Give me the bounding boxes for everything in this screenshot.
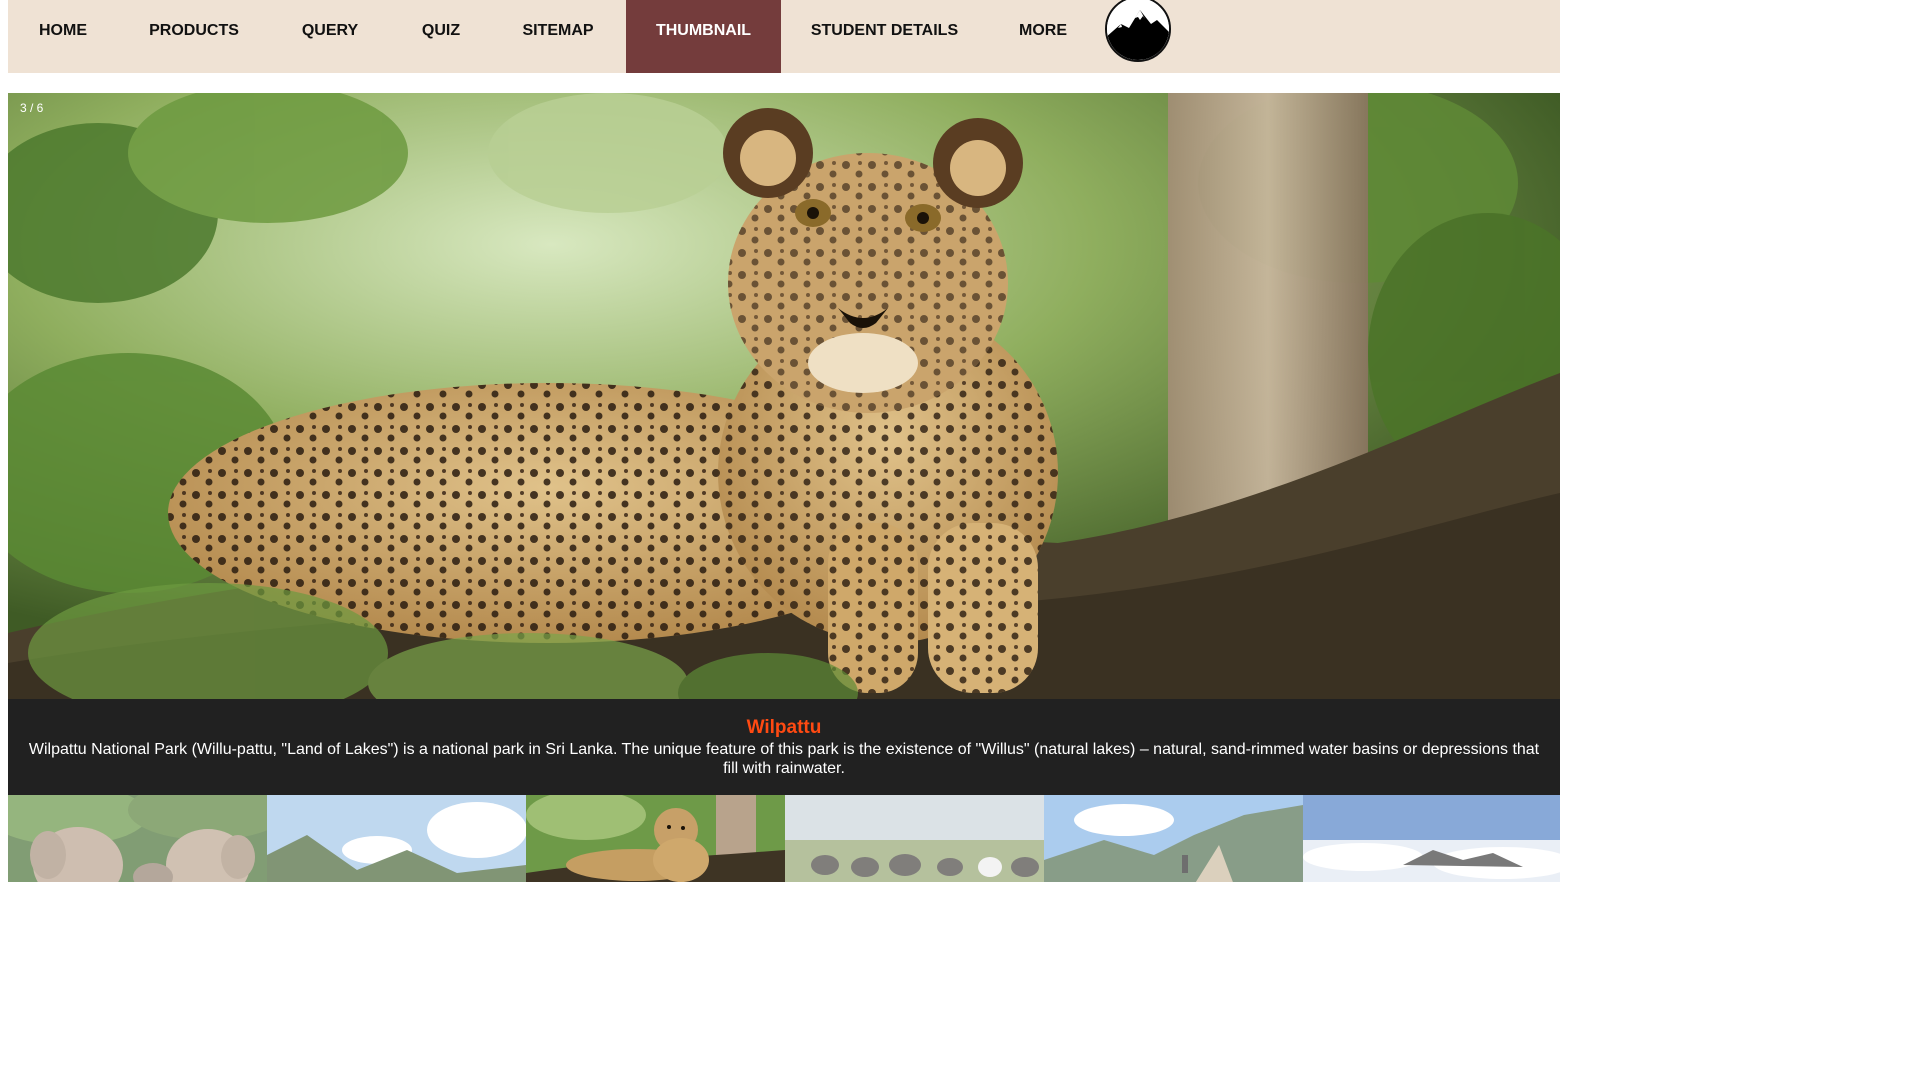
nav-home[interactable]: HOME [25, 0, 101, 73]
top-navbar: HOME PRODUCTS QUERY QUIZ SITEMAP THUMBNA… [8, 0, 1560, 73]
thumbnail-strip [8, 795, 1560, 882]
slide-counter: 3 / 6 [20, 101, 44, 115]
thumbnail-elephants[interactable] [8, 795, 267, 882]
caption-title: Wilpattu [746, 717, 822, 738]
nav-quiz[interactable]: QUIZ [407, 0, 475, 73]
slide-caption: Wilpattu Wilpattu National Park (Willu-p… [8, 699, 1560, 795]
nav-more[interactable]: MORE [1004, 0, 1082, 73]
thumbnail-elephant-herd-plain[interactable] [785, 795, 1044, 882]
slideshow-image[interactable]: 3 / 6 [8, 93, 1560, 699]
thumbnail-mountain-trail[interactable] [1044, 795, 1303, 882]
thumbnail-leopard[interactable] [526, 795, 785, 882]
thumbnail-sea-of-clouds[interactable] [1303, 795, 1560, 882]
nav-query[interactable]: QUERY [287, 0, 373, 73]
nav-products[interactable]: PRODUCTS [135, 0, 253, 73]
caption-text: Wilpattu National Park (Willu-pattu, "La… [28, 741, 1540, 777]
nav-thumbnail[interactable]: THUMBNAIL [626, 0, 781, 73]
thumbnail-mountain-sky[interactable] [267, 795, 526, 882]
mountain-logo-icon[interactable] [1105, 0, 1171, 62]
nav-sitemap[interactable]: SITEMAP [508, 0, 608, 73]
nav-student-details[interactable]: STUDENT DETAILS [798, 0, 971, 73]
